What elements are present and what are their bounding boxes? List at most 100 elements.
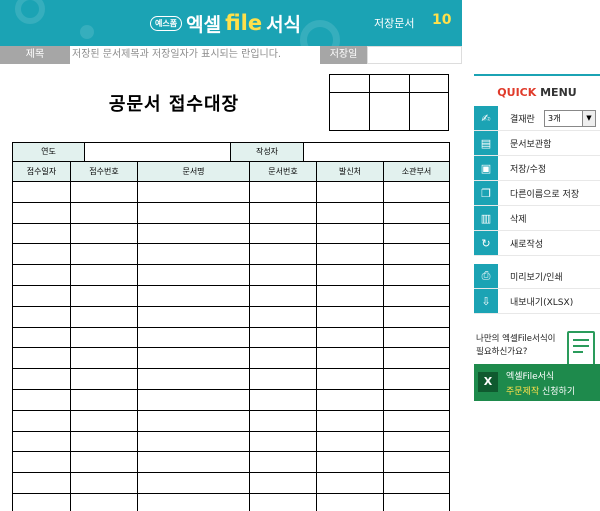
table-cell[interactable] — [71, 182, 138, 202]
table-cell[interactable] — [138, 410, 250, 431]
table-cell[interactable] — [250, 452, 317, 473]
quick-menu-item-save-as[interactable]: ❐ 다른이름으로 저장 — [474, 181, 600, 206]
saved-docs-label[interactable]: 저장문서 — [374, 15, 414, 31]
table-cell[interactable] — [13, 223, 71, 244]
table-cell[interactable] — [71, 389, 138, 410]
table-cell[interactable] — [138, 348, 250, 369]
table-cell[interactable] — [138, 202, 250, 223]
table-cell[interactable] — [384, 265, 449, 285]
table-cell[interactable] — [138, 223, 250, 244]
table-cell[interactable] — [13, 348, 71, 369]
table-cell[interactable] — [250, 348, 317, 369]
table-cell[interactable] — [384, 390, 449, 410]
table-cell[interactable] — [13, 452, 71, 473]
saved-docs-count[interactable]: 10 — [432, 12, 451, 28]
table-cell[interactable] — [317, 369, 384, 389]
table-cell[interactable] — [317, 473, 384, 493]
table-cell[interactable] — [138, 265, 250, 285]
table-cell[interactable] — [384, 182, 449, 202]
table-cell[interactable] — [250, 369, 317, 389]
approval-box[interactable] — [329, 74, 449, 131]
table-cell[interactable] — [384, 244, 449, 264]
table-cell[interactable] — [250, 431, 317, 452]
table-cell[interactable] — [13, 410, 71, 431]
table-cell[interactable] — [317, 306, 384, 327]
table-cell[interactable] — [71, 473, 138, 493]
table-cell[interactable] — [13, 389, 71, 410]
table-cell[interactable] — [250, 202, 317, 223]
table-cell[interactable] — [317, 431, 384, 452]
table-cell[interactable] — [138, 473, 250, 493]
table-cell[interactable] — [71, 306, 138, 327]
table-cell[interactable] — [250, 327, 317, 348]
custom-order-button[interactable]: X 엑셀File서식 주문제작 신청하기 — [474, 364, 600, 401]
table-cell[interactable] — [384, 307, 449, 327]
logo[interactable]: 예스폼 엑셀 file 서식 — [150, 8, 301, 38]
table-cell[interactable] — [71, 265, 138, 285]
table-cell[interactable] — [384, 348, 449, 368]
table-cell[interactable] — [71, 244, 138, 265]
table-cell[interactable] — [250, 389, 317, 410]
table-cell[interactable] — [138, 285, 250, 306]
table-cell[interactable] — [138, 389, 250, 410]
table-cell[interactable] — [138, 369, 250, 389]
table-cell[interactable] — [317, 452, 384, 473]
table-cell[interactable] — [317, 202, 384, 223]
quick-menu-item-export[interactable]: ⇩ 내보내기(XLSX) — [474, 289, 600, 314]
table-cell[interactable] — [317, 348, 384, 369]
table-cell[interactable] — [250, 493, 317, 511]
table-cell[interactable] — [138, 493, 250, 511]
table-cell[interactable] — [384, 369, 449, 389]
table-cell[interactable] — [250, 410, 317, 431]
table-cell[interactable] — [13, 306, 71, 327]
table-cell[interactable] — [250, 182, 317, 202]
author-field[interactable] — [304, 143, 449, 161]
table-cell[interactable] — [317, 389, 384, 410]
table-cell[interactable] — [13, 182, 71, 202]
table-cell[interactable] — [138, 452, 250, 473]
table-cell[interactable] — [71, 410, 138, 431]
table-cell[interactable] — [317, 265, 384, 285]
table-cell[interactable] — [138, 306, 250, 327]
quick-menu-item-new[interactable]: ↻ 새로작성 — [474, 231, 600, 256]
table-cell[interactable] — [71, 348, 138, 369]
table-cell[interactable] — [13, 327, 71, 348]
table-cell[interactable] — [71, 452, 138, 473]
table-cell[interactable] — [317, 182, 384, 202]
table-cell[interactable] — [13, 285, 71, 306]
table-cell[interactable] — [250, 285, 317, 306]
table-cell[interactable] — [71, 285, 138, 306]
table-cell[interactable] — [317, 493, 384, 511]
table-cell[interactable] — [138, 244, 250, 265]
table-cell[interactable] — [384, 203, 449, 223]
quick-menu-item-archive[interactable]: ▤ 문서보관함 — [474, 131, 600, 156]
table-cell[interactable] — [13, 473, 71, 493]
table-cell[interactable] — [13, 244, 71, 265]
table-cell[interactable] — [250, 223, 317, 244]
quick-menu-item-save[interactable]: ▣ 저장/수정 — [474, 156, 600, 181]
table-cell[interactable] — [250, 265, 317, 285]
table-cell[interactable] — [13, 431, 71, 452]
table-cell[interactable] — [71, 223, 138, 244]
table-cell[interactable] — [71, 493, 138, 511]
table-cell[interactable] — [138, 327, 250, 348]
table-cell[interactable] — [71, 327, 138, 348]
table-cell[interactable] — [250, 473, 317, 493]
table-cell[interactable] — [384, 494, 449, 511]
table-cell[interactable] — [13, 202, 71, 223]
table-cell[interactable] — [138, 431, 250, 452]
table-cell[interactable] — [13, 265, 71, 285]
table-cell[interactable] — [13, 369, 71, 389]
table-cell[interactable] — [384, 432, 449, 452]
table-cell[interactable] — [384, 452, 449, 472]
table-cell[interactable] — [250, 306, 317, 327]
table-cell[interactable] — [71, 202, 138, 223]
quick-menu-item-print[interactable]: ⎙ 미리보기/인쇄 — [474, 264, 600, 289]
table-cell[interactable] — [384, 473, 449, 493]
year-field[interactable] — [85, 143, 231, 161]
table-cell[interactable] — [317, 223, 384, 244]
table-cell[interactable] — [384, 224, 449, 244]
table-cell[interactable] — [13, 493, 71, 511]
table-cell[interactable] — [384, 286, 449, 306]
table-cell[interactable] — [71, 431, 138, 452]
